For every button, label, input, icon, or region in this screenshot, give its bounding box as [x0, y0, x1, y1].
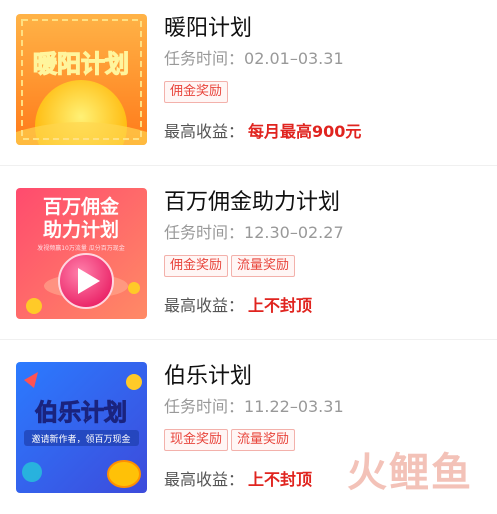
plan-card-baiwan[interactable]: 百万佣金 助力计划 发视频赢10万流量 瓜分百万现金 百万佣金助力计划 任务时间… — [0, 166, 497, 340]
reward-tag: 佣金奖励 — [164, 255, 229, 277]
reward-tags: 佣金奖励 — [164, 80, 481, 104]
thumb-title-line1: 百万佣金 — [43, 195, 120, 218]
plan-title[interactable]: 暖阳计划 — [164, 14, 481, 44]
reward-tag: 佣金奖励 — [164, 81, 229, 103]
plan-period: 任务时间：11.22–03.31 — [164, 396, 481, 418]
income-value: 每月最高900元 — [248, 122, 362, 141]
plan-list: 暖阳计划 暖阳计划 任务时间：02.01–03.31 佣金奖励 最高收益： 每月最… — [0, 0, 497, 514]
plan-thumbnail[interactable]: 暖阳计划 — [16, 14, 147, 145]
thumb-subtitle: 邀请新作者，领百万现金 — [31, 433, 130, 445]
period-value: 12.30–02.27 — [244, 223, 344, 242]
reward-tag: 流量奖励 — [231, 429, 296, 451]
plan-card-nuanyang[interactable]: 暖阳计划 暖阳计划 任务时间：02.01–03.31 佣金奖励 最高收益： 每月最… — [0, 0, 497, 166]
thumb-title: 暖阳计划 — [33, 50, 129, 78]
reward-tag: 现金奖励 — [164, 429, 229, 451]
period-label: 任务时间： — [164, 49, 245, 68]
play-button-illustration-icon: 百万佣金 助力计划 发视频赢10万流量 瓜分百万现金 — [16, 188, 147, 319]
income-value: 上不封顶 — [248, 296, 313, 315]
invite-illustration-icon: 伯乐计划 邀请新作者，领百万现金 — [16, 362, 147, 493]
max-income: 最高收益： 上不封顶 — [164, 295, 312, 317]
plan-thumbnail[interactable]: 伯乐计划 邀请新作者，领百万现金 — [16, 362, 147, 493]
max-income: 最高收益： 每月最高900元 — [164, 121, 361, 143]
period-label: 任务时间： — [164, 397, 245, 416]
plan-period: 任务时间：02.01–03.31 — [164, 48, 481, 70]
period-value: 11.22–03.31 — [244, 397, 344, 416]
max-income: 最高收益： 上不封顶 — [164, 469, 312, 491]
reward-tag: 流量奖励 — [231, 255, 296, 277]
income-label: 最高收益： — [164, 296, 245, 315]
watermark-logo: 火鲤鱼 — [347, 450, 473, 496]
sun-illustration-icon: 暖阳计划 — [16, 14, 147, 145]
income-label: 最高收益： — [164, 122, 245, 141]
plan-info: 百万佣金助力计划 任务时间：12.30–02.27 佣金奖励 流量奖励 最高收益：… — [164, 188, 481, 319]
period-value: 02.01–03.31 — [244, 49, 344, 68]
plan-title[interactable]: 伯乐计划 — [164, 362, 481, 392]
reward-tags: 佣金奖励 流量奖励 — [164, 254, 481, 278]
period-label: 任务时间： — [164, 223, 245, 242]
thumb-title: 伯乐计划 — [35, 399, 127, 426]
thumb-title-line2: 助力计划 — [43, 218, 119, 241]
plan-info: 暖阳计划 任务时间：02.01–03.31 佣金奖励 最高收益： 每月最高900元 — [164, 14, 481, 145]
plan-title[interactable]: 百万佣金助力计划 — [164, 188, 481, 218]
plan-period: 任务时间：12.30–02.27 — [164, 222, 481, 244]
thumb-subtitle: 发视频赢10万流量 瓜分百万现金 — [37, 244, 125, 252]
plan-thumbnail[interactable]: 百万佣金 助力计划 发视频赢10万流量 瓜分百万现金 — [16, 188, 147, 319]
income-label: 最高收益： — [164, 470, 245, 489]
income-value: 上不封顶 — [248, 470, 313, 489]
